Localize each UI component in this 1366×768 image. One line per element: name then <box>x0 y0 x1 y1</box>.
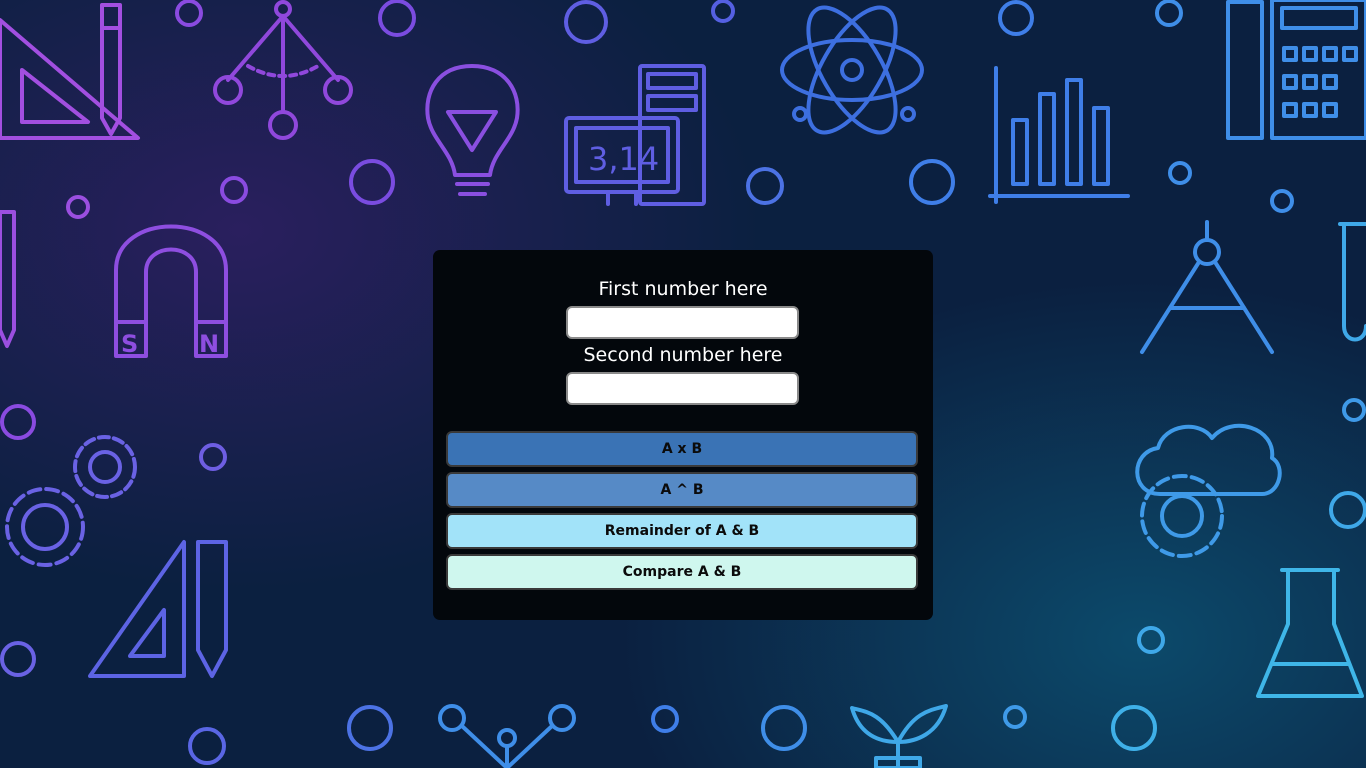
magnet-north-letter: N <box>199 330 219 358</box>
lightbulb-icon <box>425 64 520 196</box>
calculator-panel: First number here Second number here A x… <box>433 250 933 620</box>
power-button[interactable]: A ^ B <box>446 472 918 508</box>
pencil-left-icon <box>0 210 16 348</box>
first-number-input[interactable] <box>566 306 799 339</box>
first-number-label: First number here <box>598 278 768 300</box>
compare-button[interactable]: Compare A & B <box>446 554 918 590</box>
magnet-south-letter: S <box>121 330 138 358</box>
bar-chart-icon <box>988 66 1130 204</box>
atom-icon <box>780 5 924 135</box>
pendulum-icon <box>213 0 353 140</box>
plant-icon <box>850 704 948 768</box>
calculator-display-icon <box>564 64 706 206</box>
set-square-bottom-icon <box>88 540 228 678</box>
cloud-gear-icon <box>1135 423 1282 558</box>
multiply-button[interactable]: A x B <box>446 431 918 467</box>
compass-icon <box>1140 220 1274 354</box>
remainder-button[interactable]: Remainder of A & B <box>446 513 918 549</box>
test-tube-icon <box>1338 222 1366 342</box>
ruler-calculator-icon <box>1226 0 1366 140</box>
molecule-icon <box>438 704 576 768</box>
gears-icon <box>5 435 137 567</box>
flask-icon <box>1256 568 1364 698</box>
calculator-display-text: 3,14 <box>588 140 659 178</box>
second-number-input[interactable] <box>566 372 799 405</box>
second-number-label: Second number here <box>583 344 783 366</box>
